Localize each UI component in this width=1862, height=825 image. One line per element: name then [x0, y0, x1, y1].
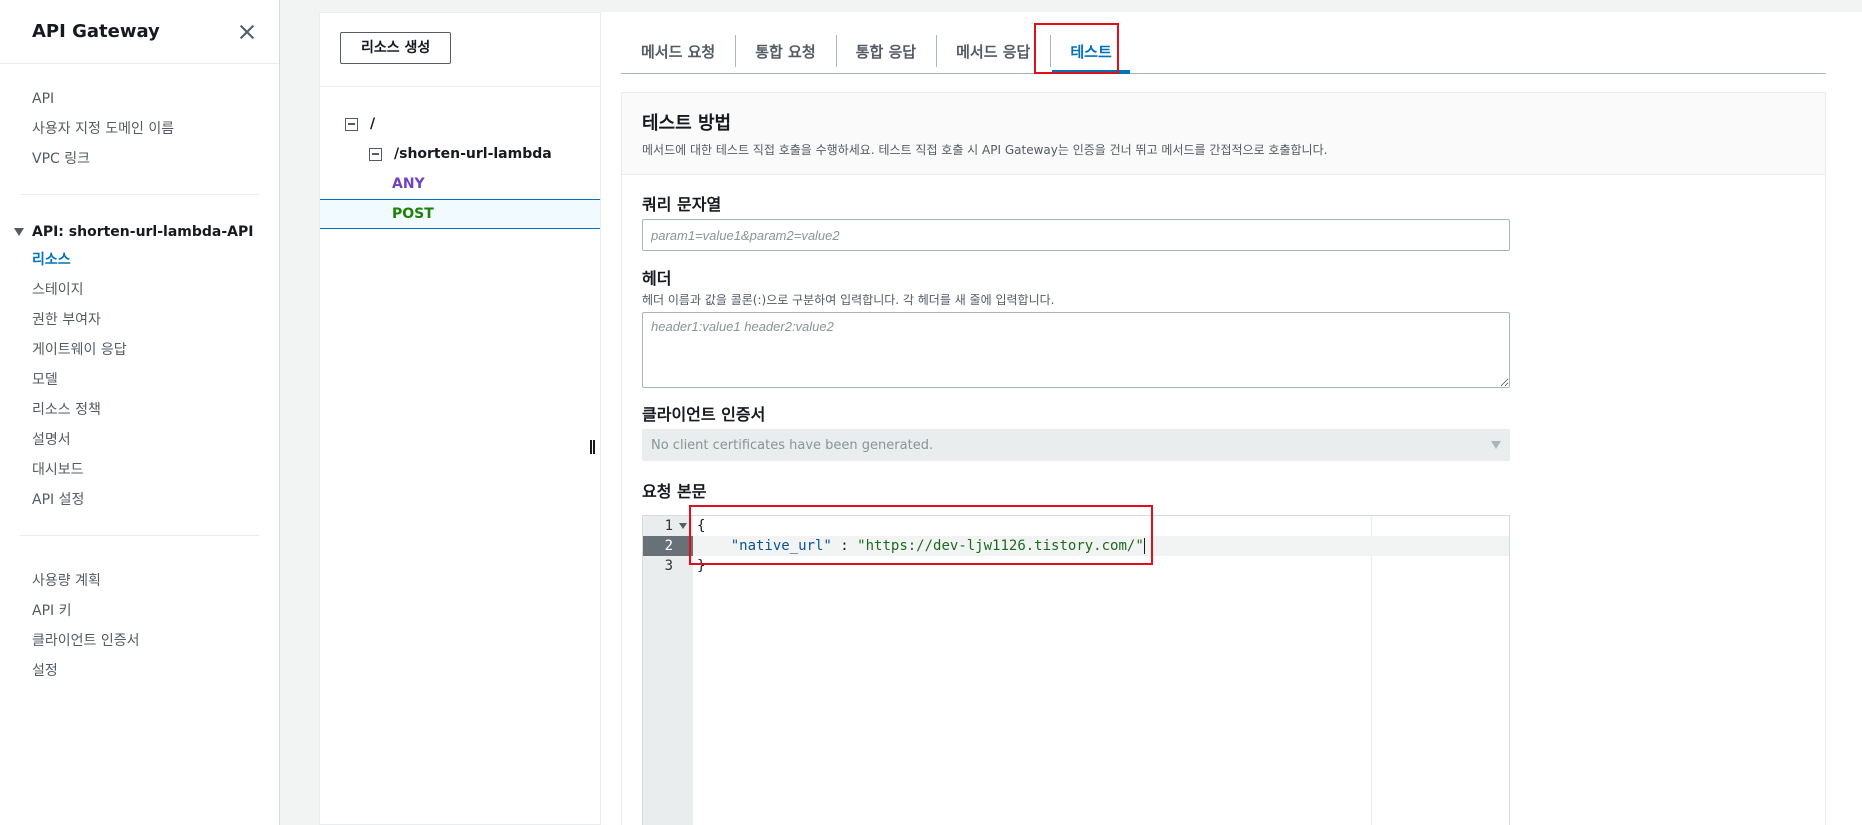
sidebar-title: API Gateway: [32, 21, 160, 42]
sidebar-item-resources[interactable]: 리소스: [0, 245, 279, 275]
code-line: }: [697, 558, 706, 574]
header-field: 헤더 헤더 이름과 값을 콜론(:)으로 구분하여 입력합니다. 각 헤더를 새…: [642, 265, 1510, 392]
query-string-input[interactable]: [642, 219, 1510, 251]
client-cert-select[interactable]: No client certificates have been generat…: [642, 429, 1510, 461]
sidebar-item-gateway-responses[interactable]: 게이트웨이 응답: [0, 335, 279, 365]
tree-item-label: /: [370, 116, 376, 132]
sidebar-item-vpc-links[interactable]: VPC 링크: [0, 144, 279, 174]
sidebar-header: API Gateway: [0, 0, 279, 64]
sidebar-item-stages[interactable]: 스테이지: [0, 275, 279, 305]
headers-textarea[interactable]: [642, 312, 1510, 388]
request-body-editor[interactable]: 1 2 3 { "native_url" : "https://dev-ljw1…: [642, 515, 1510, 825]
collapse-icon[interactable]: [345, 117, 358, 131]
fold-arrow-icon[interactable]: [679, 523, 687, 529]
line-number: 2: [643, 536, 693, 556]
sidebar-top-links: API 사용자 지정 도메인 이름 VPC 링크: [0, 64, 279, 184]
resource-tree: / /shorten-url-lambda ANY POST: [320, 87, 600, 229]
test-title: 테스트 방법: [642, 113, 732, 134]
sidebar-divider: [20, 535, 259, 536]
editor-code[interactable]: { "native_url" : "https://dev-ljw1126.ti…: [693, 516, 1509, 576]
tree-item-label: ANY: [392, 176, 425, 192]
sidebar-item-settings[interactable]: 설정: [0, 656, 279, 686]
line-number: 1: [643, 516, 693, 536]
sidebar-api-group-label: API: shorten-url-lambda-API: [32, 224, 254, 240]
json-separator: :: [831, 538, 858, 554]
sidebar-item-resource-policy[interactable]: 리소스 정책: [0, 395, 279, 425]
sidebar-bottom-links: 사용량 계획 API 키 클라이언트 인증서 설정: [0, 546, 279, 696]
tab-method-response[interactable]: 메서드 응답: [936, 29, 1050, 73]
tree-item-root[interactable]: /: [320, 109, 600, 139]
client-cert-value: No client certificates have been generat…: [651, 437, 934, 453]
sidebar-item-api[interactable]: API: [0, 84, 279, 114]
cert-field: 클라이언트 인증서 No client certificates have be…: [642, 401, 1510, 461]
header-description: 헤더 이름과 값을 콜론(:)으로 구분하여 입력합니다. 각 헤더를 새 줄에…: [642, 293, 1055, 307]
test-card: 테스트 방법 메서드에 대한 테스트 직접 호출을 수행하세요. 테스트 직접 …: [621, 92, 1826, 825]
code-line: "native_url" : "https://dev-ljw1126.tist…: [693, 536, 1509, 556]
tab-integration-request[interactable]: 통합 요청: [735, 29, 835, 73]
sidebar-item-authorizers[interactable]: 권한 부여자: [0, 305, 279, 335]
test-description: 메서드에 대한 테스트 직접 호출을 수행하세요. 테스트 직접 호출 시 AP…: [642, 143, 1328, 157]
editor-gutter: 1 2 3: [643, 516, 693, 825]
sidebar-item-models[interactable]: 모델: [0, 365, 279, 395]
tab-test[interactable]: 테스트: [1050, 29, 1131, 74]
sidebar-item-dashboard[interactable]: 대시보드: [0, 455, 279, 485]
resources-toolbar: 리소스 생성: [320, 13, 600, 87]
sidebar-item-documentation[interactable]: 설명서: [0, 425, 279, 455]
tab-integration-response[interactable]: 통합 응답: [835, 29, 936, 73]
test-card-header: 테스트 방법 메서드에 대한 테스트 직접 호출을 수행하세요. 테스트 직접 …: [622, 93, 1825, 175]
caret-down-icon: [1491, 441, 1501, 449]
code-line: {: [697, 518, 706, 534]
sidebar: API Gateway API 사용자 지정 도메인 이름 VPC 링크 API…: [0, 0, 280, 825]
tree-item-method-any[interactable]: ANY: [320, 169, 600, 199]
tree-item-method-post[interactable]: POST: [320, 199, 600, 229]
sidebar-item-api-keys[interactable]: API 키: [0, 596, 279, 626]
tab-method-request[interactable]: 메서드 요청: [621, 29, 735, 73]
method-tabs: 메서드 요청 통합 요청 통합 응답 메서드 응답 테스트: [621, 22, 1826, 74]
tree-item-label: /shorten-url-lambda: [394, 146, 552, 162]
close-icon[interactable]: [237, 22, 257, 42]
body-label: 요청 본문: [642, 482, 707, 501]
sidebar-api-group[interactable]: API: shorten-url-lambda-API: [0, 219, 279, 245]
create-resource-button[interactable]: 리소스 생성: [340, 32, 452, 64]
cert-label: 클라이언트 인증서: [642, 405, 766, 424]
sidebar-item-api-settings[interactable]: API 설정: [0, 485, 279, 515]
query-field: 쿼리 문자열: [642, 191, 1510, 251]
sidebar-item-client-certificates[interactable]: 클라이언트 인증서: [0, 626, 279, 656]
tree-item-label: POST: [392, 206, 434, 222]
json-value: "https://dev-ljw1126.tistory.com/": [857, 538, 1144, 554]
header-label: 헤더: [642, 269, 672, 288]
sidebar-item-custom-domains[interactable]: 사용자 지정 도메인 이름: [0, 114, 279, 144]
resources-panel: 리소스 생성 / /shorten-url-lambda ANY POST: [319, 12, 601, 825]
text-cursor: [1143, 538, 1145, 554]
sidebar-divider: [20, 194, 259, 195]
sidebar-item-usage-plans[interactable]: 사용량 계획: [0, 566, 279, 596]
app-root: API Gateway API 사용자 지정 도메인 이름 VPC 링크 API…: [0, 0, 1862, 825]
caret-down-icon: [14, 228, 24, 236]
main-content: 메서드 요청 통합 요청 통합 응답 메서드 응답 테스트 테스트 방법 메서드…: [601, 12, 1862, 825]
panel-resize-handle[interactable]: [590, 440, 596, 454]
collapse-icon[interactable]: [369, 147, 382, 161]
json-key: "native_url": [730, 538, 832, 554]
line-number: 3: [664, 558, 673, 574]
tree-item-shorten-url-lambda[interactable]: /shorten-url-lambda: [320, 139, 600, 169]
sidebar-api-section: API: shorten-url-lambda-API 리소스 스테이지 권한 …: [0, 205, 279, 525]
query-label: 쿼리 문자열: [642, 195, 722, 214]
